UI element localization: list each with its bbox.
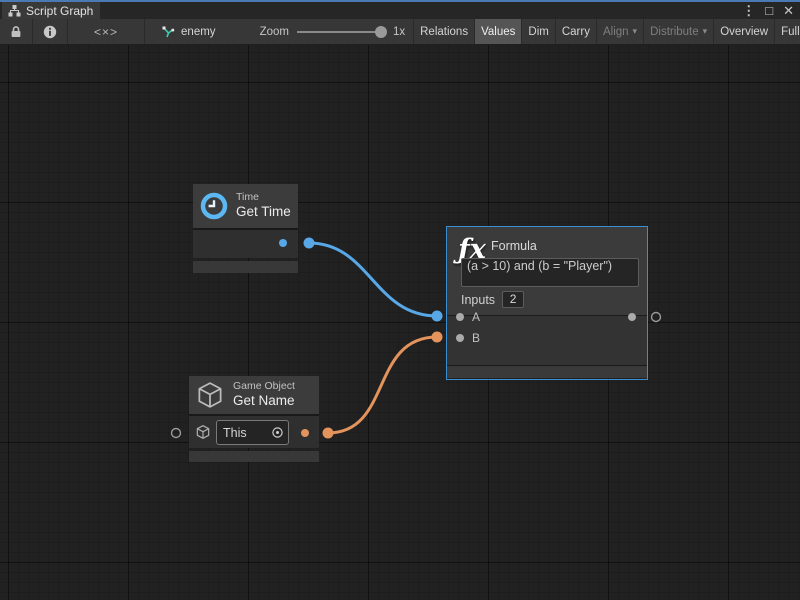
node-title: Get Time [236, 204, 291, 221]
window-menu-icon[interactable]: ⋮ [742, 2, 755, 19]
lock-icon [10, 25, 22, 38]
node-title: Formula [491, 239, 537, 253]
toolbar: <×> enemy Zoom 1x [0, 19, 800, 45]
clock-icon [200, 192, 228, 220]
info-icon [43, 25, 57, 39]
inputs-count-input[interactable]: 2 [502, 291, 524, 308]
zoom-slider-handle[interactable] [375, 26, 387, 38]
graph-canvas[interactable] [0, 45, 800, 600]
node-formula[interactable]: ƒx Formula (a > 10) and (b = "Player") I… [446, 226, 648, 380]
formula-footer [447, 366, 647, 378]
node-category: Time [236, 191, 291, 204]
dim-button[interactable]: Dim [521, 19, 554, 44]
full-screen-button[interactable]: Full Screen [774, 19, 800, 44]
embed-graph-button[interactable]: <×> [68, 19, 144, 44]
zoom-slider[interactable] [297, 25, 385, 39]
node-get-name[interactable]: Game Object Get Name This [189, 376, 319, 462]
values-button[interactable]: Values [474, 19, 521, 44]
close-icon[interactable]: ✕ [783, 2, 794, 19]
port-b-label: B [472, 331, 480, 345]
zoom-value: 1x [393, 26, 405, 38]
game-object-cube-icon [195, 380, 225, 410]
zoom-slider-track [297, 31, 385, 33]
lock-button[interactable] [0, 19, 32, 44]
title-bar: Script Graph ⋮ □ ✕ [0, 0, 800, 19]
maximize-icon[interactable]: □ [765, 2, 773, 19]
formula-expression-input[interactable]: (a > 10) and (b = "Player") [461, 258, 639, 287]
tab-title: Script Graph [26, 4, 93, 18]
target-object-field[interactable]: This [216, 420, 289, 445]
graph-reference-button[interactable]: enemy [145, 19, 230, 44]
align-dropdown[interactable]: Align ▾ [596, 19, 643, 44]
relations-button[interactable]: Relations [413, 19, 474, 44]
node-title: Get Name [233, 393, 295, 410]
node-category: Game Object [233, 380, 295, 393]
chevron-down-icon: ▾ [703, 26, 708, 37]
graph-asset-icon [161, 25, 175, 39]
get-time-port-row [193, 230, 298, 258]
graph-name: enemy [181, 26, 216, 38]
chevron-down-icon: ▾ [633, 26, 638, 37]
object-picker-icon[interactable] [271, 426, 284, 439]
target-object-value: This [217, 426, 271, 440]
node-get-time[interactable]: Time Get Time [193, 184, 298, 273]
overview-button[interactable]: Overview [713, 19, 774, 44]
get-name-port-row: This [189, 416, 319, 448]
script-graph-icon [8, 5, 21, 17]
embed-graph-icon: <×> [94, 25, 118, 39]
game-object-cube-icon [195, 424, 211, 440]
tab-script-graph[interactable]: Script Graph [2, 2, 100, 19]
inputs-label: Inputs [461, 293, 495, 307]
info-button[interactable] [33, 19, 67, 44]
get-time-header[interactable]: Time Get Time [193, 184, 298, 228]
zoom-label: Zoom [260, 26, 289, 38]
script-graph-window: Script Graph ⋮ □ ✕ [0, 0, 800, 600]
get-time-footer [193, 261, 298, 273]
carry-button[interactable]: Carry [555, 19, 596, 44]
get-name-footer [189, 451, 319, 462]
distribute-dropdown[interactable]: Distribute ▾ [643, 19, 713, 44]
formula-header[interactable]: ƒx Formula (a > 10) and (b = "Player") I… [447, 227, 647, 315]
get-name-header[interactable]: Game Object Get Name [189, 376, 319, 414]
port-a-label: A [472, 310, 480, 324]
